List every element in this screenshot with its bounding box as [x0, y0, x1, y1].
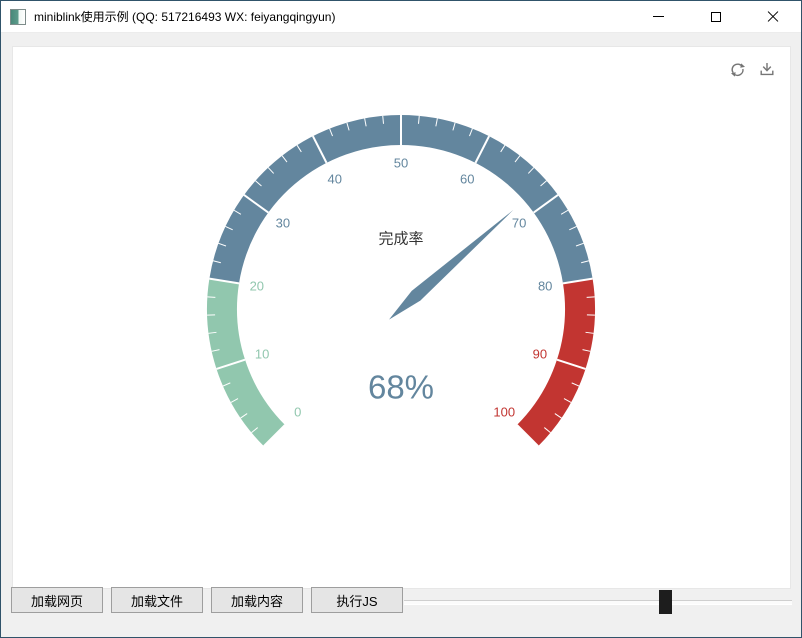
- svg-text:40: 40: [327, 171, 341, 186]
- chart-webview: 0 10 20 30 40 50 60 70 80 90 100 完成率 68%: [12, 46, 791, 589]
- close-button[interactable]: [744, 1, 801, 32]
- svg-text:20: 20: [250, 279, 264, 294]
- slider-handle[interactable]: [659, 590, 672, 614]
- minimize-button[interactable]: [630, 1, 687, 32]
- app-icon: [10, 9, 26, 25]
- minimize-icon: [653, 16, 664, 17]
- close-icon: [767, 11, 779, 23]
- svg-text:70: 70: [512, 216, 526, 231]
- slider-track[interactable]: [404, 600, 792, 605]
- app-window: miniblink使用示例 (QQ: 517216493 WX: feiyang…: [0, 0, 802, 638]
- svg-text:100: 100: [493, 405, 515, 420]
- gauge-chart: 0 10 20 30 40 50 60 70 80 90 100 完成率 68%: [13, 47, 790, 588]
- refresh-icon[interactable]: [729, 61, 747, 79]
- gauge-detail-value: 68%: [368, 369, 434, 406]
- maximize-button[interactable]: [687, 1, 744, 32]
- titlebar: miniblink使用示例 (QQ: 517216493 WX: feiyang…: [1, 1, 801, 33]
- download-icon[interactable]: [758, 61, 776, 79]
- svg-text:90: 90: [533, 347, 547, 362]
- chart-toolbox: [729, 61, 776, 79]
- bottom-toolbar: 加载网页 加载文件 加载内容 执行JS: [1, 587, 801, 637]
- button-row: 加载网页 加载文件 加载内容 执行JS: [11, 587, 403, 613]
- client-area: 0 10 20 30 40 50 60 70 80 90 100 完成率 68% 加载网页: [1, 33, 801, 637]
- svg-text:80: 80: [538, 279, 552, 294]
- load-file-button[interactable]: 加载文件: [111, 587, 203, 613]
- value-slider[interactable]: [404, 590, 792, 614]
- svg-text:0: 0: [294, 405, 301, 420]
- window-title: miniblink使用示例 (QQ: 517216493 WX: feiyang…: [34, 8, 335, 25]
- load-webpage-button[interactable]: 加载网页: [11, 587, 103, 613]
- window-controls: [630, 1, 801, 32]
- gauge-title: 完成率: [378, 231, 423, 248]
- execute-js-button[interactable]: 执行JS: [311, 587, 403, 613]
- svg-text:10: 10: [255, 347, 269, 362]
- svg-text:50: 50: [394, 156, 408, 171]
- maximize-icon: [711, 12, 721, 22]
- load-content-button[interactable]: 加载内容: [211, 587, 303, 613]
- svg-text:60: 60: [460, 171, 474, 186]
- svg-text:30: 30: [276, 216, 290, 231]
